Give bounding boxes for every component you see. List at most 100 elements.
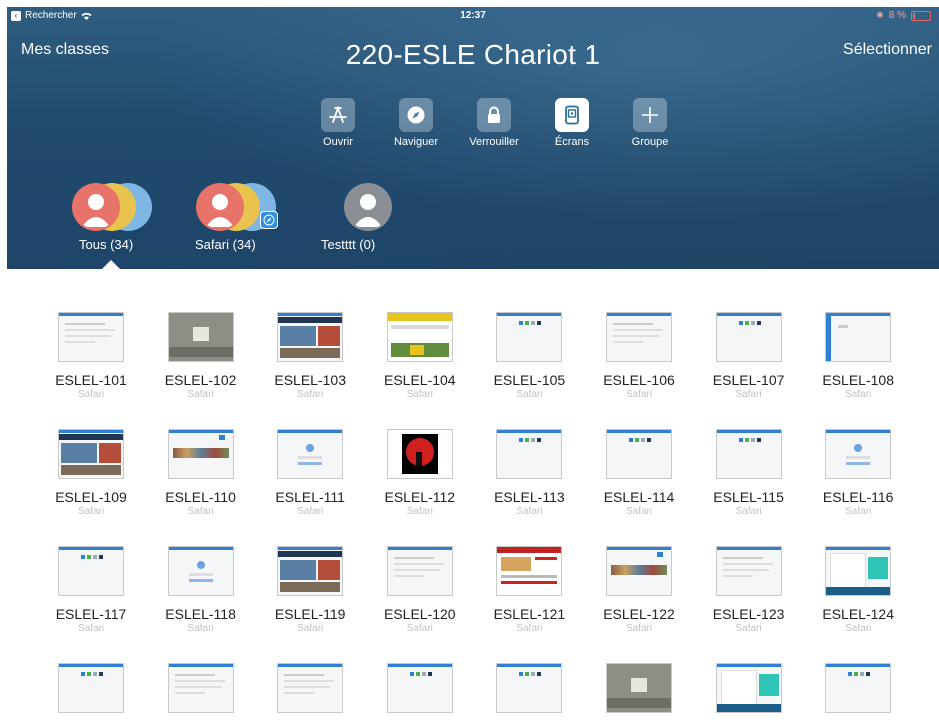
device-tile[interactable]: ESLEL-113 Safari [474,429,584,517]
device-screen-thumbnail [277,429,344,479]
status-right: ✱ 8 % [876,10,931,21]
device-screen-thumbnail [715,312,782,362]
group-testttt[interactable]: Testttt (0) [321,183,405,252]
device-screen-thumbnail [496,663,563,713]
device-name: ESLEL-101 [55,372,127,388]
group-testttt-label: Testttt (0) [321,237,376,252]
device-tile[interactable]: ESLEL-105 Safari [474,312,584,400]
group-all-label: Tous (34) [79,237,134,252]
device-screen-thumbnail [386,429,453,479]
device-tile[interactable]: ESLEL-104 Safari [365,312,475,400]
device-tile[interactable] [365,663,475,724]
device-screen-thumbnail [277,546,344,596]
device-name: ESLEL-108 [822,372,894,388]
lock-label: Verrouiller [469,136,519,148]
device-tile[interactable]: ESLEL-111 Safari [255,429,365,517]
device-tile[interactable]: ESLEL-121 Safari [474,546,584,634]
device-name: ESLEL-123 [712,606,785,622]
group-button[interactable]: Groupe [611,98,689,148]
device-tile[interactable]: ESLEL-116 Safari [803,429,913,517]
device-screen-thumbnail [167,312,234,362]
compass-icon [399,98,433,132]
device-name: ESLEL-110 [165,489,236,505]
device-app: Safari [297,389,324,400]
device-tile[interactable]: ESLEL-118 Safari [146,546,256,634]
lock-button[interactable]: Verrouiller [455,98,533,148]
avatar-stack [342,183,392,231]
device-app: Safari [297,506,324,517]
group-safari-label: Safari (34) [195,237,256,252]
device-screen-thumbnail [606,546,672,596]
device-tile[interactable]: ESLEL-110 Safari [146,429,256,517]
device-tile[interactable] [146,663,256,724]
avatar-gray [344,183,392,231]
device-app: Safari [845,623,872,634]
device-tile[interactable]: ESLEL-123 Safari [694,546,804,634]
device-name: ESLEL-105 [493,372,566,388]
battery-icon [911,10,931,21]
group-label: Groupe [631,136,669,148]
device-app: Safari [845,506,872,517]
device-tile[interactable] [474,663,584,724]
device-tile[interactable]: ESLEL-114 Safari [584,429,694,517]
device-name: ESLEL-117 [55,606,127,622]
device-screen-thumbnail [825,312,892,362]
device-screen-thumbnail [167,546,234,596]
device-screen-thumbnail [386,663,453,713]
device-tile[interactable]: ESLEL-102 Safari [146,312,256,400]
device-tile[interactable]: ESLEL-120 Safari [365,546,475,634]
device-screen-thumbnail [167,429,234,479]
device-name: ESLEL-120 [383,606,456,622]
device-app: Safari [516,506,543,517]
device-name: ESLEL-109 [55,489,127,505]
device-tile[interactable]: ESLEL-119 Safari [255,546,365,634]
device-tile[interactable] [803,663,913,724]
device-name: ESLEL-119 [274,606,346,622]
device-app: Safari [187,623,214,634]
device-name: ESLEL-104 [383,372,456,388]
device-tile[interactable]: ESLEL-124 Safari [803,546,913,634]
open-app-label: Ouvrir [323,136,353,148]
device-tile[interactable]: ESLEL-106 Safari [584,312,694,400]
device-screen-thumbnail [386,546,453,596]
device-tile[interactable]: ESLEL-122 Safari [584,546,694,634]
device-name: ESLEL-116 [822,489,894,505]
device-app: Safari [516,623,543,634]
device-screen-thumbnail [496,312,563,362]
device-tile[interactable]: ESLEL-112 Safari [365,429,475,517]
device-screen-thumbnail [496,546,563,596]
device-app: Safari [625,506,653,517]
device-screen-thumbnail [606,663,672,713]
device-tile[interactable]: ESLEL-101 Safari [36,312,146,400]
device-tile[interactable] [255,663,365,724]
device-tile[interactable]: ESLEL-115 Safari [694,429,804,517]
device-tile[interactable]: ESLEL-117 Safari [36,546,146,634]
device-screen-thumbnail [715,663,782,713]
device-tile[interactable] [694,663,804,724]
device-app: Safari [77,506,105,517]
device-tile[interactable] [36,663,146,724]
navigate-button[interactable]: Naviguer [377,98,455,148]
device-tile[interactable]: ESLEL-109 Safari [36,429,146,517]
device-name: ESLEL-107 [712,372,785,388]
bluetooth-icon: ✱ [876,10,884,20]
device-app: Safari [735,506,762,517]
screens-button[interactable]: Écrans [533,98,611,148]
device-tile[interactable]: ESLEL-108 Safari [803,312,913,400]
group-all[interactable]: Tous (34) [63,183,153,252]
group-safari[interactable]: Safari (34) [187,183,282,252]
device-tile[interactable]: ESLEL-107 Safari [694,312,804,400]
device-screen-thumbnail [277,663,344,713]
group-selector: Tous (34) Safari (34) Testttt (0) [7,183,939,269]
device-screen-thumbnail [58,312,124,362]
device-screen-thumbnail [825,429,892,479]
device-tile[interactable]: ESLEL-103 Safari [255,312,365,400]
device-tile[interactable] [584,663,694,724]
device-name: ESLEL-111 [275,489,345,505]
select-button[interactable]: Sélectionner [843,41,932,59]
page-title: 220-ESLE Chariot 1 [345,39,601,70]
device-app: Safari [77,623,105,634]
device-screen-thumbnail [58,663,124,713]
navigate-label: Naviguer [393,136,439,148]
open-app-button[interactable]: Ouvrir [299,98,377,148]
